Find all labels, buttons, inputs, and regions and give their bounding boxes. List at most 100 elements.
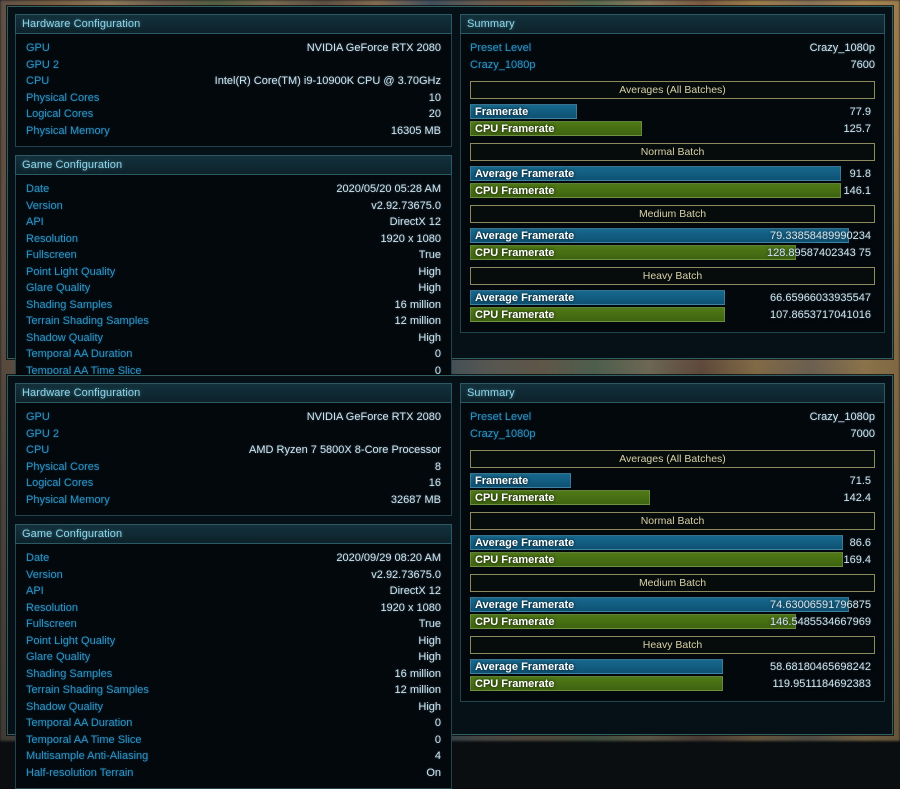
game-key: Half-resolution Terrain bbox=[26, 765, 133, 782]
summary-value: 7600 bbox=[851, 57, 875, 74]
game-key: Shading Samples bbox=[26, 297, 112, 314]
metric-bar-row: Average Framerate91.8 bbox=[470, 166, 875, 181]
table-row: Temporal AA Time Slice0 bbox=[26, 732, 441, 749]
hardware-key: CPU bbox=[26, 73, 49, 90]
table-row: Half-resolution Terrain On bbox=[26, 765, 441, 782]
table-row: Resolution1920 x 1080 bbox=[26, 600, 441, 617]
game-value: True bbox=[419, 616, 441, 633]
metric-bar-value: 77.9 bbox=[850, 106, 875, 118]
game-key: Date bbox=[26, 550, 49, 567]
game-key: Shadow Quality bbox=[26, 699, 103, 716]
table-row: GPUNVIDIA GeForce RTX 2080 bbox=[26, 409, 441, 426]
hardware-value: 16305 MB bbox=[391, 123, 441, 140]
metric-bar-row: CPU Framerate146.5485534667969 bbox=[470, 614, 875, 629]
game-value: High bbox=[418, 280, 441, 297]
table-row: Shading Samples 16 million bbox=[26, 297, 441, 314]
metric-bar-value: 107.8653717041016 bbox=[770, 309, 875, 321]
benchmark-result-panel: Hardware ConfigurationGPUNVIDIA GeForce … bbox=[7, 375, 893, 735]
metric-bar-row: Framerate 77.9 bbox=[470, 104, 875, 119]
summary-key: Preset Level bbox=[470, 40, 531, 57]
table-row: Versionv2.92.73675.0 bbox=[26, 198, 441, 215]
table-row: Physical Memory16305 MB bbox=[26, 123, 441, 140]
batch-title: Heavy Batch bbox=[470, 267, 875, 285]
table-row: Physical Cores 8 bbox=[26, 459, 441, 476]
table-row: Logical Cores16 bbox=[26, 475, 441, 492]
summary-column: SummaryPreset LevelCrazy_1080pCrazy_1080… bbox=[460, 14, 885, 351]
summary-key: Preset Level bbox=[470, 409, 531, 426]
batch-title: Normal Batch bbox=[470, 512, 875, 530]
metric-bar-label: Framerate bbox=[470, 106, 528, 118]
metric-bar-label: CPU Framerate bbox=[470, 123, 554, 135]
game-value: 2020/05/20 05:28 AM bbox=[336, 181, 441, 198]
game-key: Terrain Shading Samples bbox=[26, 682, 149, 699]
hardware-value: 32687 MB bbox=[391, 492, 441, 509]
benchmark-result-panel: Hardware ConfigurationGPUNVIDIA GeForce … bbox=[7, 6, 893, 359]
table-row: Shadow QualityHigh bbox=[26, 699, 441, 716]
game-key: Point Light Quality bbox=[26, 264, 115, 281]
hardware-key: CPU bbox=[26, 442, 49, 459]
game-key: Fullscreen bbox=[26, 247, 77, 264]
table-row: Point Light QualityHigh bbox=[26, 633, 441, 650]
game-value: v2.92.73675.0 bbox=[371, 198, 441, 215]
hardware-key: Physical Cores bbox=[26, 459, 99, 476]
metric-bar-label: CPU Framerate bbox=[470, 678, 554, 690]
metric-bar-value: 66.65966033935547 bbox=[770, 292, 875, 304]
table-row: Resolution1920 x 1080 bbox=[26, 231, 441, 248]
metric-bar-label: Average Framerate bbox=[470, 292, 574, 304]
table-row: CPUIntel(R) Core(TM) i9-10900K CPU @ 3.7… bbox=[26, 73, 441, 90]
table-row: Point Light Quality High bbox=[26, 264, 441, 281]
game-value: 1920 x 1080 bbox=[380, 600, 441, 617]
hardware-key: GPU 2 bbox=[26, 426, 59, 443]
hardware-value: 8 bbox=[435, 459, 441, 476]
game-value: v2.92.73675.0 bbox=[371, 567, 441, 584]
game-value: 12 million bbox=[395, 313, 441, 330]
metric-bar-label: Framerate bbox=[470, 475, 528, 487]
metric-bar-label: Average Framerate bbox=[470, 661, 574, 673]
table-row: GPU 2 bbox=[26, 426, 441, 443]
game-value: On bbox=[426, 765, 441, 782]
game-list: Date2020/09/29 08:20 AMVersionv2.92.7367… bbox=[15, 544, 452, 789]
summary-value: Crazy_1080p bbox=[810, 40, 875, 57]
game-key: Temporal AA Duration bbox=[26, 346, 132, 363]
metric-bar-label: CPU Framerate bbox=[470, 247, 554, 259]
summary-list: Preset LevelCrazy_1080pCrazy_1080p7600Av… bbox=[460, 34, 885, 333]
game-section-header: Game Configuration bbox=[15, 155, 452, 175]
game-value: 16 million bbox=[395, 666, 441, 683]
table-row: Temporal AA Duration0 bbox=[26, 715, 441, 732]
table-row: Terrain Shading Samples12 million bbox=[26, 313, 441, 330]
table-row: Temporal AA Duration0 bbox=[26, 346, 441, 363]
hardware-section-header: Hardware Configuration bbox=[15, 383, 452, 403]
metric-bar-value: 146.5485534667969 bbox=[770, 616, 875, 628]
summary-column: SummaryPreset LevelCrazy_1080pCrazy_1080… bbox=[460, 383, 885, 727]
metric-bar-row: Average Framerate86.6 bbox=[470, 535, 875, 550]
summary-list: Preset LevelCrazy_1080pCrazy_1080p7000Av… bbox=[460, 403, 885, 702]
game-value: DirectX 12 bbox=[390, 214, 441, 231]
game-value: High bbox=[418, 649, 441, 666]
game-key: Glare Quality bbox=[26, 649, 90, 666]
metric-bar-track bbox=[470, 104, 875, 119]
table-row: CPUAMD Ryzen 7 5800X 8-Core Processor bbox=[26, 442, 441, 459]
metric-bar-value: 86.6 bbox=[850, 537, 875, 549]
hardware-value: NVIDIA GeForce RTX 2080 bbox=[307, 40, 441, 57]
summary-section-header: Summary bbox=[460, 383, 885, 403]
batch-title: Averages (All Batches) bbox=[470, 450, 875, 468]
hardware-key: Physical Memory bbox=[26, 492, 110, 509]
metric-bar-row: CPU Framerate107.8653717041016 bbox=[470, 307, 875, 322]
batch-title: Heavy Batch bbox=[470, 636, 875, 654]
game-key: Glare Quality bbox=[26, 280, 90, 297]
hardware-list: GPUNVIDIA GeForce RTX 2080GPU 2CPUAMD Ry… bbox=[15, 403, 452, 516]
game-value: 12 million bbox=[395, 682, 441, 699]
table-row: Versionv2.92.73675.0 bbox=[26, 567, 441, 584]
hardware-value: 10 bbox=[429, 90, 441, 107]
game-key: Temporal AA Duration bbox=[26, 715, 132, 732]
metric-bar-value: 146.1 bbox=[843, 185, 875, 197]
summary-section-header: Summary bbox=[460, 14, 885, 34]
hardware-section-header: Hardware Configuration bbox=[15, 14, 452, 34]
hardware-key: Physical Cores bbox=[26, 90, 99, 107]
table-row: APIDirectX 12 bbox=[26, 583, 441, 600]
game-value: 16 million bbox=[395, 297, 441, 314]
game-value: High bbox=[418, 264, 441, 281]
game-key: API bbox=[26, 214, 44, 231]
metric-bar-track bbox=[470, 473, 875, 488]
hardware-key: Logical Cores bbox=[26, 475, 93, 492]
